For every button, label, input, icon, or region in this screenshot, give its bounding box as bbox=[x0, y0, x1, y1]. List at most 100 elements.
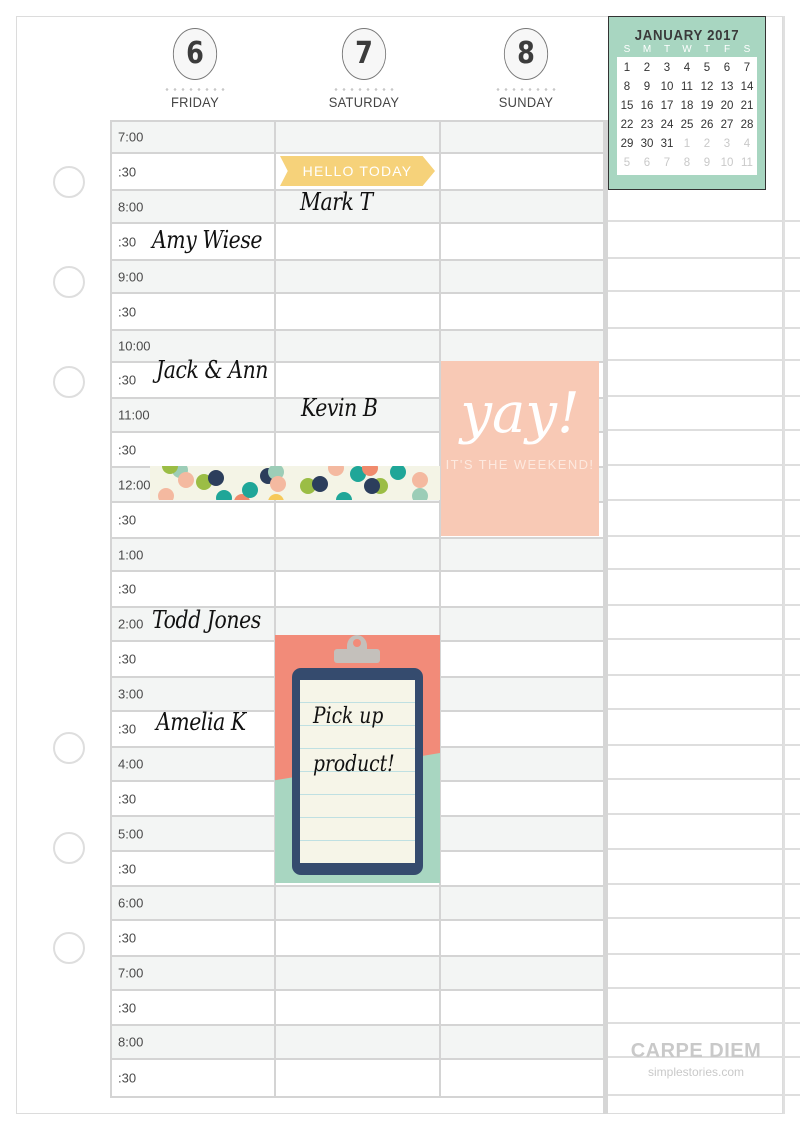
friday-slot[interactable]: 3:00 bbox=[112, 678, 277, 710]
friday-slot[interactable]: :30 bbox=[112, 991, 277, 1024]
notes-line[interactable] bbox=[608, 431, 800, 466]
calendar-day[interactable]: 27 bbox=[717, 116, 737, 135]
friday-slot[interactable]: :30 bbox=[112, 1060, 277, 1096]
friday-slot[interactable]: :30 bbox=[112, 572, 277, 606]
calendar-day[interactable]: 5 bbox=[697, 59, 717, 78]
saturday-slot[interactable] bbox=[276, 122, 441, 152]
saturday-slot[interactable] bbox=[276, 539, 441, 570]
entry-todd-jones[interactable]: Todd Jones bbox=[152, 606, 261, 634]
calendar-day[interactable]: 28 bbox=[737, 116, 757, 135]
saturday-slot[interactable] bbox=[276, 1060, 441, 1096]
calendar-day[interactable]: 8 bbox=[617, 78, 637, 97]
sunday-slot[interactable] bbox=[441, 122, 603, 152]
calendar-day-adjacent[interactable]: 2 bbox=[697, 135, 717, 154]
notes-line[interactable] bbox=[608, 606, 800, 640]
notes-line[interactable] bbox=[608, 780, 800, 815]
notes-line[interactable] bbox=[608, 640, 800, 676]
sunday-slot[interactable] bbox=[441, 331, 603, 361]
calendar-day[interactable]: 16 bbox=[637, 97, 657, 116]
calendar-day[interactable]: 12 bbox=[697, 78, 717, 97]
sunday-slot[interactable] bbox=[441, 782, 603, 815]
friday-slot[interactable]: 4:00 bbox=[112, 748, 277, 780]
sunday-slot[interactable] bbox=[441, 887, 603, 919]
notes-line[interactable] bbox=[608, 537, 800, 570]
calendar-day-adjacent[interactable]: 7 bbox=[657, 154, 677, 173]
saturday-slot[interactable] bbox=[276, 921, 441, 955]
friday-slot[interactable]: :30 bbox=[112, 852, 277, 885]
sunday-slot[interactable] bbox=[441, 921, 603, 955]
calendar-day-adjacent[interactable]: 8 bbox=[677, 154, 697, 173]
notes-line[interactable] bbox=[608, 397, 800, 431]
entry-amelia-k[interactable]: Amelia K bbox=[156, 708, 246, 736]
calendar-day[interactable]: 10 bbox=[657, 78, 677, 97]
sunday-slot[interactable] bbox=[441, 1026, 603, 1058]
notes-line[interactable] bbox=[608, 885, 800, 919]
friday-slot[interactable]: :30 bbox=[112, 921, 277, 955]
calendar-day[interactable]: 25 bbox=[677, 116, 697, 135]
saturday-slot[interactable] bbox=[276, 887, 441, 919]
calendar-day-adjacent[interactable]: 5 bbox=[617, 154, 637, 173]
sunday-slot[interactable] bbox=[441, 712, 603, 746]
calendar-day[interactable]: 20 bbox=[717, 97, 737, 116]
calendar-day[interactable]: 15 bbox=[617, 97, 637, 116]
calendar-day[interactable]: 2 bbox=[637, 59, 657, 78]
calendar-day[interactable]: 24 bbox=[657, 116, 677, 135]
friday-slot[interactable]: 8:00 bbox=[112, 1026, 277, 1058]
sunday-slot[interactable] bbox=[441, 852, 603, 885]
sunday-slot[interactable] bbox=[441, 678, 603, 710]
saturday-slot[interactable] bbox=[276, 224, 441, 259]
sunday-slot[interactable] bbox=[441, 294, 603, 329]
friday-slot[interactable]: 6:00 bbox=[112, 887, 277, 919]
friday-slot[interactable]: 9:00 bbox=[112, 261, 277, 292]
calendar-day[interactable]: 21 bbox=[737, 97, 757, 116]
calendar-day[interactable]: 29 bbox=[617, 135, 637, 154]
calendar-day[interactable]: 22 bbox=[617, 116, 637, 135]
calendar-day-adjacent[interactable]: 3 bbox=[717, 135, 737, 154]
notes-line[interactable] bbox=[608, 955, 800, 989]
notes-line[interactable] bbox=[608, 746, 800, 780]
friday-slot[interactable]: 1:00 bbox=[112, 539, 277, 570]
saturday-slot[interactable] bbox=[276, 1026, 441, 1058]
calendar-day-adjacent[interactable]: 9 bbox=[697, 154, 717, 173]
notes-line[interactable] bbox=[608, 919, 800, 955]
calendar-day[interactable]: 19 bbox=[697, 97, 717, 116]
calendar-day-adjacent[interactable]: 10 bbox=[717, 154, 737, 173]
calendar-day[interactable]: 9 bbox=[637, 78, 657, 97]
calendar-day[interactable]: 3 bbox=[657, 59, 677, 78]
entry-mark-t[interactable]: Mark T bbox=[300, 188, 373, 216]
saturday-slot[interactable] bbox=[276, 991, 441, 1024]
notes-line[interactable] bbox=[608, 989, 800, 1024]
entry-kevin-b[interactable]: Kevin B bbox=[301, 394, 378, 422]
notes-line[interactable] bbox=[608, 466, 800, 501]
saturday-slot[interactable] bbox=[276, 331, 441, 361]
friday-slot[interactable]: 8:00 bbox=[112, 191, 277, 222]
friday-slot[interactable]: :30 bbox=[112, 782, 277, 815]
notes-line[interactable] bbox=[608, 329, 800, 361]
calendar-day-adjacent[interactable]: 4 bbox=[737, 135, 757, 154]
saturday-slot[interactable] bbox=[276, 433, 441, 466]
sunday-slot[interactable] bbox=[441, 748, 603, 780]
sunday-slot[interactable] bbox=[441, 261, 603, 292]
calendar-day[interactable]: 18 bbox=[677, 97, 697, 116]
friday-slot[interactable]: 11:00 bbox=[112, 399, 277, 431]
notes-line[interactable] bbox=[608, 570, 800, 606]
calendar-day[interactable]: 30 bbox=[637, 135, 657, 154]
notes-line[interactable] bbox=[608, 361, 800, 397]
sunday-slot[interactable] bbox=[441, 154, 603, 189]
calendar-day-adjacent[interactable]: 11 bbox=[737, 154, 757, 173]
saturday-slot[interactable] bbox=[276, 363, 441, 397]
notes-line[interactable] bbox=[608, 676, 800, 710]
sunday-slot[interactable] bbox=[441, 224, 603, 259]
saturday-slot[interactable] bbox=[276, 572, 441, 606]
notes-line[interactable] bbox=[608, 710, 800, 746]
friday-slot[interactable]: 5:00 bbox=[112, 817, 277, 850]
sunday-slot[interactable] bbox=[441, 572, 603, 606]
saturday-slot[interactable] bbox=[276, 503, 441, 537]
calendar-day-adjacent[interactable]: 6 bbox=[637, 154, 657, 173]
calendar-day[interactable]: 31 bbox=[657, 135, 677, 154]
calendar-day[interactable]: 14 bbox=[737, 78, 757, 97]
entry-jack-ann[interactable]: Jack & Ann bbox=[156, 356, 268, 384]
saturday-slot[interactable] bbox=[276, 261, 441, 292]
friday-slot[interactable]: :30 bbox=[112, 503, 277, 537]
calendar-day[interactable]: 4 bbox=[677, 59, 697, 78]
